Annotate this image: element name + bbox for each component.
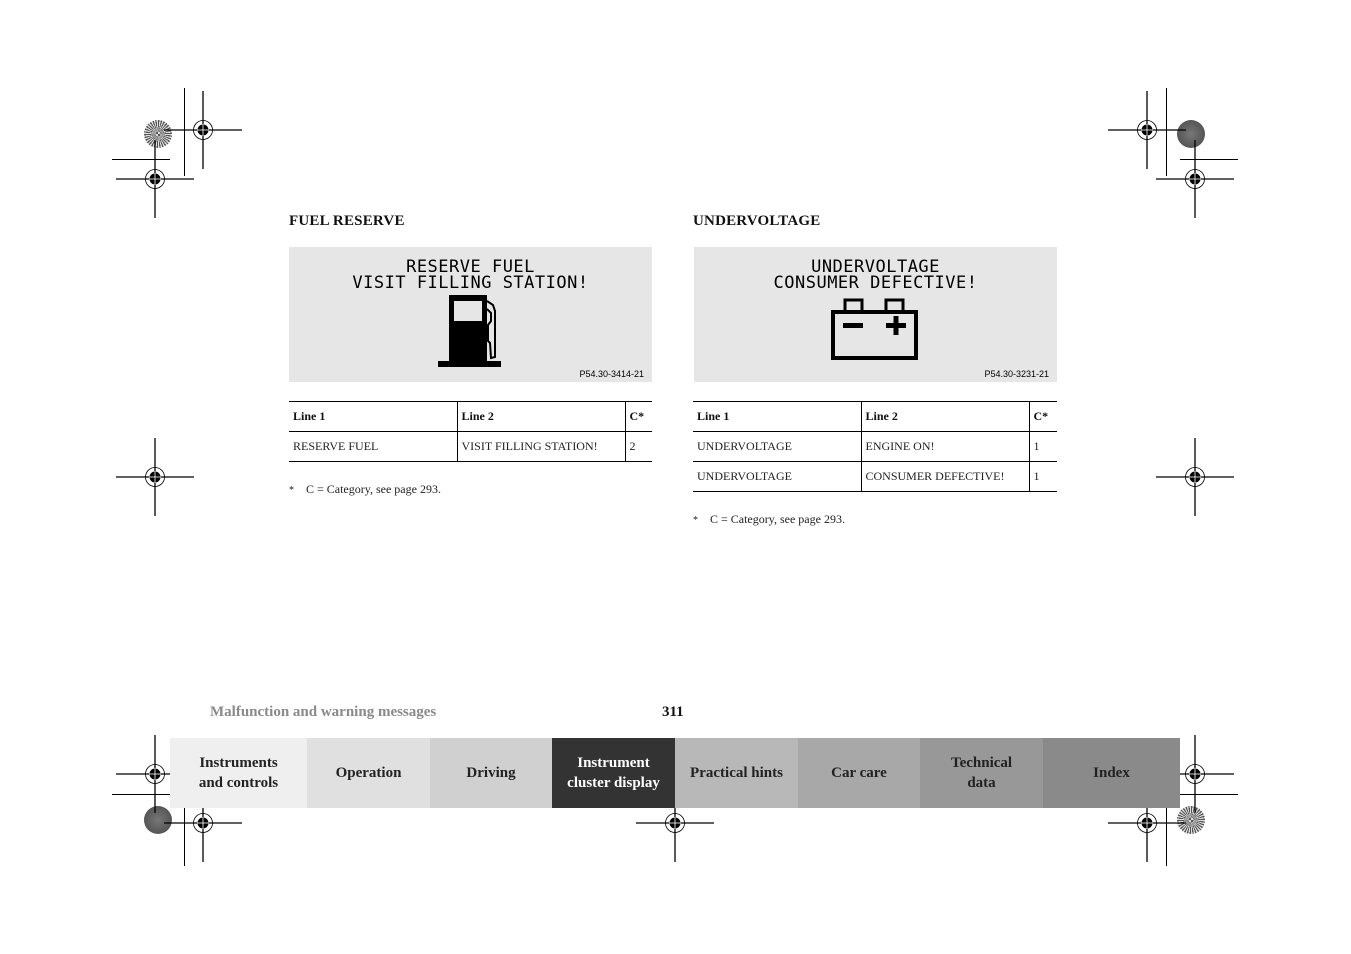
table-cell: RESERVE FUEL xyxy=(289,431,458,462)
nav-tab-label: Car care xyxy=(831,765,887,781)
column-header: C* xyxy=(1029,401,1057,432)
footnote: * C = Category, see page 293. xyxy=(693,512,845,527)
table-cell: CONSUMER DEFECTIVE! xyxy=(861,461,1030,492)
figure-code: P54.30-3231-21 xyxy=(984,369,1049,379)
column-header: Line 2 xyxy=(861,401,1030,432)
page-number: 311 xyxy=(662,704,684,720)
nav-tab-label: Index xyxy=(1093,765,1130,781)
table-header-row: Line 1 Line 2 C* xyxy=(693,401,1057,432)
nav-tab-driving[interactable]: Driving xyxy=(430,738,552,808)
table-header-row: Line 1 Line 2 C* xyxy=(289,401,652,432)
display-illustration: UNDERVOLTAGE CONSUMER DEFECTIVE! P54.30-… xyxy=(694,247,1057,382)
nav-tab-label: and controls xyxy=(198,775,279,791)
table-cell: 2 xyxy=(625,431,652,462)
section-heading: UNDERVOLTAGE xyxy=(693,213,821,229)
nav-tab-technical-data[interactable]: Technical data xyxy=(920,738,1043,808)
nav-tab-operation[interactable]: Operation xyxy=(307,738,430,808)
footnote-text: C = Category, see page 293. xyxy=(710,512,845,526)
fuel-pump-icon xyxy=(438,295,501,367)
figure-code: P54.30-3414-21 xyxy=(579,369,644,379)
nav-tab-car-care[interactable]: Car care xyxy=(798,738,920,808)
battery-icon xyxy=(831,298,918,360)
registration-target-icon xyxy=(116,140,194,218)
table-row: UNDERVOLTAGE ENGINE ON! 1 xyxy=(693,431,1057,462)
nav-tab-label: Driving xyxy=(466,765,516,781)
table-cell: 1 xyxy=(1029,431,1057,462)
registration-target-icon xyxy=(116,438,194,516)
column-header: C* xyxy=(625,401,652,432)
nav-tab-instrument-cluster-display[interactable]: Instrument cluster display xyxy=(552,738,675,808)
nav-tab-label: cluster display xyxy=(567,775,660,791)
table-cell: ENGINE ON! xyxy=(861,431,1030,462)
nav-tab-instruments-and-controls[interactable]: Instruments and controls xyxy=(170,738,307,808)
nav-tab-label: Technical xyxy=(950,755,1013,771)
nav-tab-label: Practical hints xyxy=(690,765,783,781)
display-line-2: VISIT FILLING STATION! xyxy=(352,273,589,293)
column-header: Line 1 xyxy=(693,401,862,432)
footnote: * C = Category, see page 293. xyxy=(289,482,441,497)
section-heading: FUEL RESERVE xyxy=(289,213,405,229)
table-row: UNDERVOLTAGE CONSUMER DEFECTIVE! 1 xyxy=(693,461,1057,492)
table-cell: UNDERVOLTAGE xyxy=(693,461,862,492)
nav-tab-label: data xyxy=(967,775,996,791)
nav-tab-label: Instruments xyxy=(199,755,278,771)
column-header: Line 1 xyxy=(289,401,458,432)
registration-target-icon xyxy=(1156,140,1234,218)
display-line-2: CONSUMER DEFECTIVE! xyxy=(773,273,978,293)
nav-tab-label: Instrument xyxy=(577,755,650,771)
table-row: RESERVE FUEL VISIT FILLING STATION! 2 xyxy=(289,431,652,462)
table-cell: 1 xyxy=(1029,461,1057,492)
nav-tab-label: Operation xyxy=(335,765,402,781)
display-illustration: RESERVE FUEL VISIT FILLING STATION! P54.… xyxy=(289,247,652,382)
nav-tab-index[interactable]: Index xyxy=(1043,738,1180,808)
footnote-marker: * xyxy=(289,485,294,496)
message-table: Line 1 Line 2 C* RESERVE FUEL VISIT FILL… xyxy=(289,401,652,462)
registration-target-icon xyxy=(1156,438,1234,516)
table-cell: VISIT FILLING STATION! xyxy=(457,431,626,462)
chapter-navigation-bar: Instruments and controls Operation Drivin… xyxy=(170,738,1180,808)
column-header: Line 2 xyxy=(457,401,626,432)
footnote-marker: * xyxy=(693,515,698,526)
message-table: Line 1 Line 2 C* UNDERVOLTAGE ENGINE ON!… xyxy=(693,401,1057,492)
nav-tab-practical-hints[interactable]: Practical hints xyxy=(675,738,798,808)
table-cell: UNDERVOLTAGE xyxy=(693,431,862,462)
footnote-text: C = Category, see page 293. xyxy=(306,482,441,496)
running-section-title: Malfunction and warning messages xyxy=(210,704,437,720)
